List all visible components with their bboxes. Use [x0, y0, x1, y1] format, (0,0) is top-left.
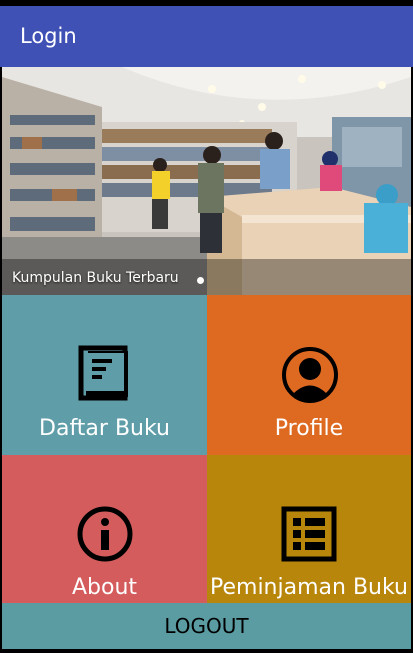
daftar-buku-label: Daftar Buku [39, 416, 170, 441]
slider-indicator-dot[interactable] [197, 277, 204, 284]
app-bar: Login [0, 6, 413, 67]
bottom-edge [0, 649, 413, 653]
peminjaman-buku-button[interactable]: Peminjaman Buku [207, 455, 411, 603]
image-slider[interactable] [2, 67, 411, 295]
daftar-buku-button[interactable]: Daftar Buku [2, 295, 207, 455]
info-icon [77, 506, 133, 566]
slider-caption: Kumpulan Buku Terbaru [12, 270, 179, 286]
logout-button[interactable]: LOGOUT [2, 603, 411, 649]
page-title: Login [20, 24, 77, 48]
about-label: About [71, 575, 138, 600]
library-photo [2, 67, 411, 295]
profile-label: Profile [274, 416, 344, 441]
book-icon [78, 345, 134, 407]
list-icon [281, 506, 337, 566]
peminjaman-buku-label: Peminjaman Buku [210, 575, 408, 600]
user-icon [281, 346, 339, 408]
about-button[interactable]: About [2, 455, 207, 603]
profile-button[interactable]: Profile [207, 295, 411, 455]
